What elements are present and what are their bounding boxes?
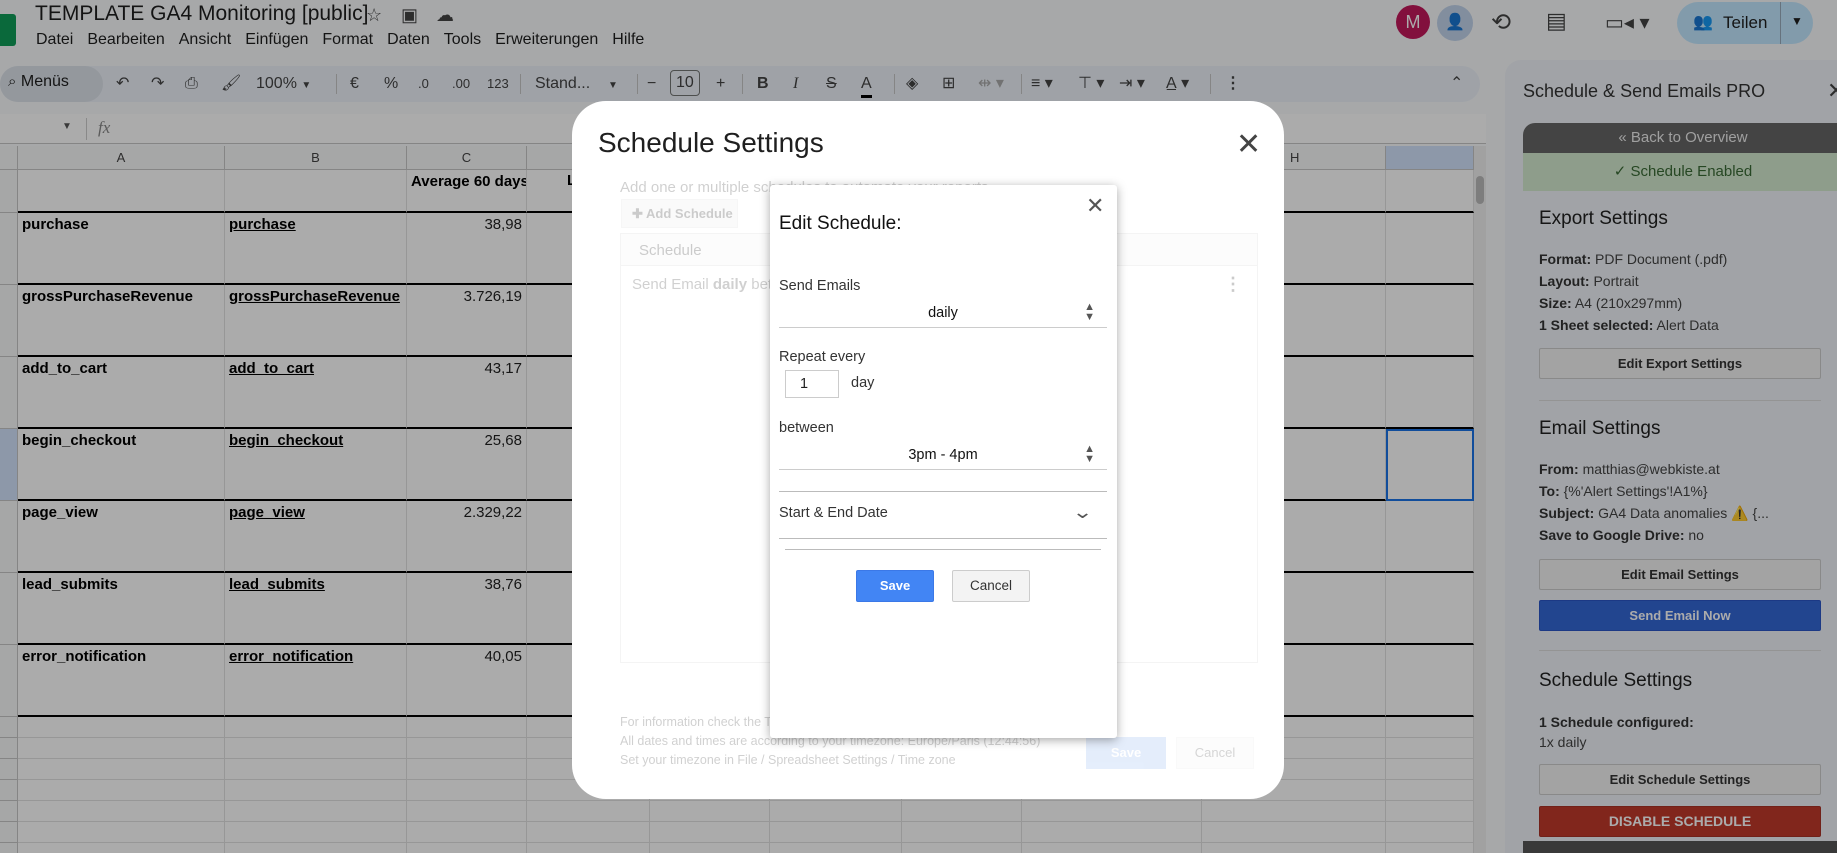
- chevron-down-icon: ⌄: [1071, 502, 1094, 522]
- send-emails-label: Send Emails: [779, 278, 861, 294]
- add-schedule-button[interactable]: ✚ Add Schedule: [621, 199, 738, 228]
- repeat-every-label: Repeat every: [779, 349, 866, 365]
- divider: [785, 549, 1101, 550]
- between-select[interactable]: 3pm - 4pm ▲ ▼: [779, 444, 1107, 470]
- repeat-every-input[interactable]: 1: [785, 370, 839, 398]
- repeat-unit: day: [851, 375, 875, 391]
- divider: [779, 538, 1107, 539]
- edit-schedule-title: Edit Schedule:: [779, 213, 902, 234]
- row-menu-icon[interactable]: ⋮: [1224, 274, 1242, 295]
- dialog-cancel-button[interactable]: Cancel: [1176, 737, 1254, 769]
- send-emails-value: daily: [928, 305, 958, 321]
- between-label: between: [779, 420, 834, 436]
- edit-schedule-cancel-button[interactable]: Cancel: [952, 570, 1030, 602]
- start-end-date-label: Start & End Date: [779, 505, 888, 521]
- edit-schedule-modal: ✕ Edit Schedule: Send Emails daily ▲ ▼ Rep…: [770, 185, 1117, 738]
- send-emails-select[interactable]: daily ▲ ▼: [779, 302, 1107, 328]
- info-set-timezone: Set your timezone in File / Spreadsheet …: [620, 753, 956, 767]
- between-value: 3pm - 4pm: [908, 447, 978, 463]
- plus-icon: ✚: [632, 206, 643, 221]
- add-schedule-label: Add Schedule: [646, 206, 733, 221]
- edit-schedule-save-button[interactable]: Save: [856, 570, 934, 602]
- dialog-save-button[interactable]: Save: [1086, 737, 1166, 769]
- start-end-date-toggle[interactable]: Start & End Date ⌄: [779, 492, 1107, 538]
- select-arrows-icon: ▲ ▼: [1084, 443, 1095, 465]
- select-arrows-icon: ▲ ▼: [1084, 301, 1095, 323]
- close-edit-schedule-icon[interactable]: ✕: [1086, 193, 1104, 219]
